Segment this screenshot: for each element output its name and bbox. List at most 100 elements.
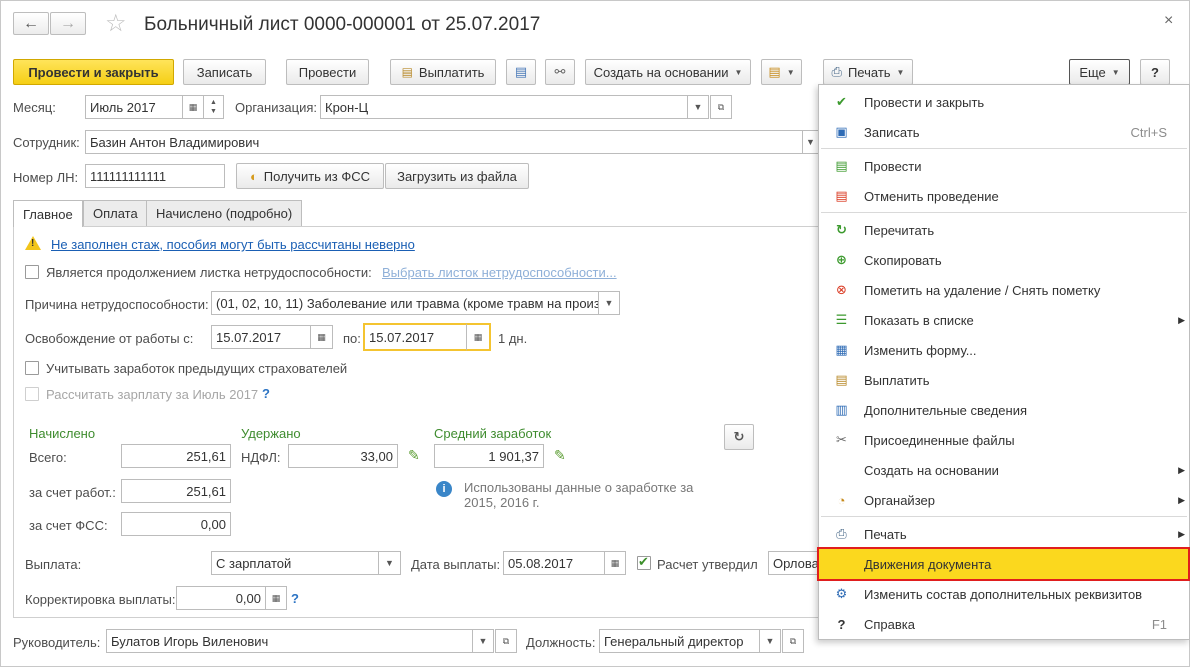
correction-field[interactable]: 0,00: [176, 586, 266, 610]
post-icon: ▤: [835, 158, 848, 173]
save-button[interactable]: Записать: [183, 59, 266, 85]
additional-info-button[interactable]: ▤: [506, 59, 536, 85]
post-close-button[interactable]: Провести и закрыть: [13, 59, 174, 85]
organization-field[interactable]: Крон-Ц: [320, 95, 688, 119]
menu-item-document-movements[interactable]: Движения документа: [817, 547, 1190, 581]
menu-item-reread[interactable]: ↻ Перечитать: [819, 216, 1189, 244]
menu-item-post[interactable]: ▤ Провести: [819, 152, 1189, 180]
chevron-down-icon[interactable]: ▼: [378, 551, 401, 575]
get-from-fss-button[interactable]: ◐ Получить из ФСС: [236, 163, 384, 189]
month-stepper[interactable]: ▲ ▼: [203, 95, 224, 119]
calendar-icon[interactable]: ▦: [182, 95, 204, 119]
continuation-checkbox[interactable]: [25, 265, 39, 279]
tab-payment[interactable]: Оплата: [83, 200, 147, 226]
favorite-star-icon[interactable]: ☆: [105, 12, 127, 36]
menu-item-show-in-list[interactable]: ☰ Показать в списке ▶: [819, 306, 1189, 334]
menu-item-additional-info[interactable]: ▥ Дополнительные сведения: [819, 396, 1189, 424]
forward-button[interactable]: →: [50, 12, 86, 35]
date-to-field[interactable]: 15.07.2017: [363, 323, 468, 351]
month-field[interactable]: Июль 2017: [85, 95, 183, 119]
calendar-icon[interactable]: ▦: [310, 325, 333, 349]
post-button[interactable]: Провести: [286, 59, 369, 85]
menu-item-organizer[interactable]: ◔ Органайзер ▶: [819, 486, 1189, 514]
save-icon: ▣: [835, 124, 848, 139]
close-icon[interactable]: ×: [1164, 12, 1173, 30]
employer-field[interactable]: 251,61: [121, 479, 231, 503]
pencil-icon[interactable]: ✎: [554, 447, 566, 464]
chevron-down-icon[interactable]: ▼: [472, 629, 494, 653]
organizer-icon: ◔: [837, 492, 846, 508]
print-button[interactable]: ⎙ Печать ▼: [823, 59, 913, 85]
menu-item-save[interactable]: ▣ Записать Ctrl+S: [819, 118, 1189, 146]
average-info-line1: Использованы данные о заработке за: [464, 480, 694, 495]
average-info-line2: 2015, 2016 г.: [464, 495, 540, 510]
head-label: Руководитель:: [13, 635, 101, 650]
ndfl-label: НДФЛ:: [241, 450, 281, 465]
create-based-button[interactable]: Создать на основании ▼: [585, 59, 751, 85]
fss-label: за счет ФСС:: [29, 518, 108, 533]
chevron-down-icon[interactable]: ▼: [687, 95, 709, 119]
menu-item-help[interactable]: ? Справка F1: [819, 610, 1189, 638]
approved-checkbox[interactable]: [637, 554, 651, 570]
menu-item-print[interactable]: ⎙ Печать ▶: [819, 520, 1189, 548]
payout-field[interactable]: С зарплатой: [211, 551, 379, 575]
menu-item-mark-delete[interactable]: ⊗ Пометить на удаление / Снять пометку: [819, 276, 1189, 304]
calc-salary-label: Рассчитать зарплату за Июль 2017: [46, 387, 259, 402]
tab-accrued-detail[interactable]: Начислено (подробно): [146, 200, 302, 226]
open-icon[interactable]: ⧉: [782, 629, 804, 653]
more-button[interactable]: Еще ▼: [1069, 59, 1130, 85]
chevron-down-icon[interactable]: ▼: [759, 629, 781, 653]
calendar-icon[interactable]: ▦: [604, 551, 626, 575]
pay-button[interactable]: ▤ Выплатить: [390, 59, 496, 85]
average-heading: Средний заработок: [434, 426, 552, 441]
menu-divider: [821, 148, 1187, 149]
total-field[interactable]: 251,61: [121, 444, 231, 468]
prev-insurers-checkbox[interactable]: [25, 361, 39, 375]
position-field[interactable]: Генеральный директор: [599, 629, 760, 653]
employee-field[interactable]: Базин Антон Владимирович: [85, 130, 803, 154]
total-label: Всего:: [29, 450, 67, 465]
reason-field[interactable]: (01, 02, 10, 11) Заболевание или травма …: [211, 291, 599, 315]
head-field[interactable]: Булатов Игорь Виленович: [106, 629, 473, 653]
select-sick-leave-link[interactable]: Выбрать листок нетрудоспособности...: [382, 265, 617, 280]
unpost-icon: ▤: [835, 188, 848, 203]
approved-by-field[interactable]: Орлова: [768, 551, 819, 575]
menu-item-copy[interactable]: ⊕ Скопировать: [819, 246, 1189, 274]
menu-item-post-close[interactable]: ✔ Провести и закрыть: [819, 88, 1189, 116]
attachments-button[interactable]: ⚯: [545, 59, 575, 85]
menu-item-pay[interactable]: ▤ Выплатить: [819, 366, 1189, 394]
menu-item-change-form[interactable]: ▦ Изменить форму...: [819, 336, 1189, 364]
pencil-icon[interactable]: ✎: [408, 447, 420, 464]
ln-number-field[interactable]: 111111111111: [85, 164, 225, 188]
organizer-button[interactable]: ▤ ▼: [761, 59, 802, 85]
back-button[interactable]: ←: [13, 12, 49, 35]
continuation-label: Является продолжением листка нетрудоспос…: [46, 265, 372, 280]
refresh-icon: ↻: [836, 222, 847, 237]
accrued-heading: Начислено: [29, 426, 96, 441]
calc-salary-checkbox[interactable]: [25, 387, 39, 401]
open-icon[interactable]: ⧉: [495, 629, 517, 653]
recalculate-button[interactable]: ↻: [724, 424, 754, 450]
help-icon[interactable]: ?: [291, 591, 299, 606]
help-button[interactable]: ?: [1140, 59, 1170, 85]
chevron-down-icon[interactable]: ▼: [802, 130, 819, 154]
pay-date-field[interactable]: 05.08.2017: [503, 551, 605, 575]
help-icon[interactable]: ?: [262, 386, 270, 401]
menu-item-edit-attributes[interactable]: ⚙ Изменить состав дополнительных реквизит…: [819, 580, 1189, 608]
warning-link[interactable]: Не заполнен стаж, пособия могут быть рас…: [51, 237, 415, 252]
tab-main[interactable]: Главное: [13, 200, 83, 227]
date-from-field[interactable]: 15.07.2017: [211, 325, 311, 349]
menu-item-unpost[interactable]: ▤ Отменить проведение: [819, 182, 1189, 210]
approved-label: Расчет утвердил: [657, 557, 758, 572]
fss-field[interactable]: 0,00: [121, 512, 231, 536]
menu-item-create-based[interactable]: Создать на основании ▶: [819, 456, 1189, 484]
load-from-file-button[interactable]: Загрузить из файла: [385, 163, 529, 189]
chevron-down-icon[interactable]: ▼: [598, 291, 620, 315]
open-icon[interactable]: ⧉: [710, 95, 732, 119]
calendar-icon[interactable]: ▦: [466, 323, 491, 351]
list-icon: ▤: [514, 64, 528, 79]
average-field[interactable]: 1 901,37: [434, 444, 544, 468]
calculator-icon[interactable]: ▦: [265, 586, 287, 610]
menu-item-attached-files[interactable]: ✂ Присоединенные файлы: [819, 426, 1189, 454]
ndfl-field[interactable]: 33,00: [288, 444, 398, 468]
